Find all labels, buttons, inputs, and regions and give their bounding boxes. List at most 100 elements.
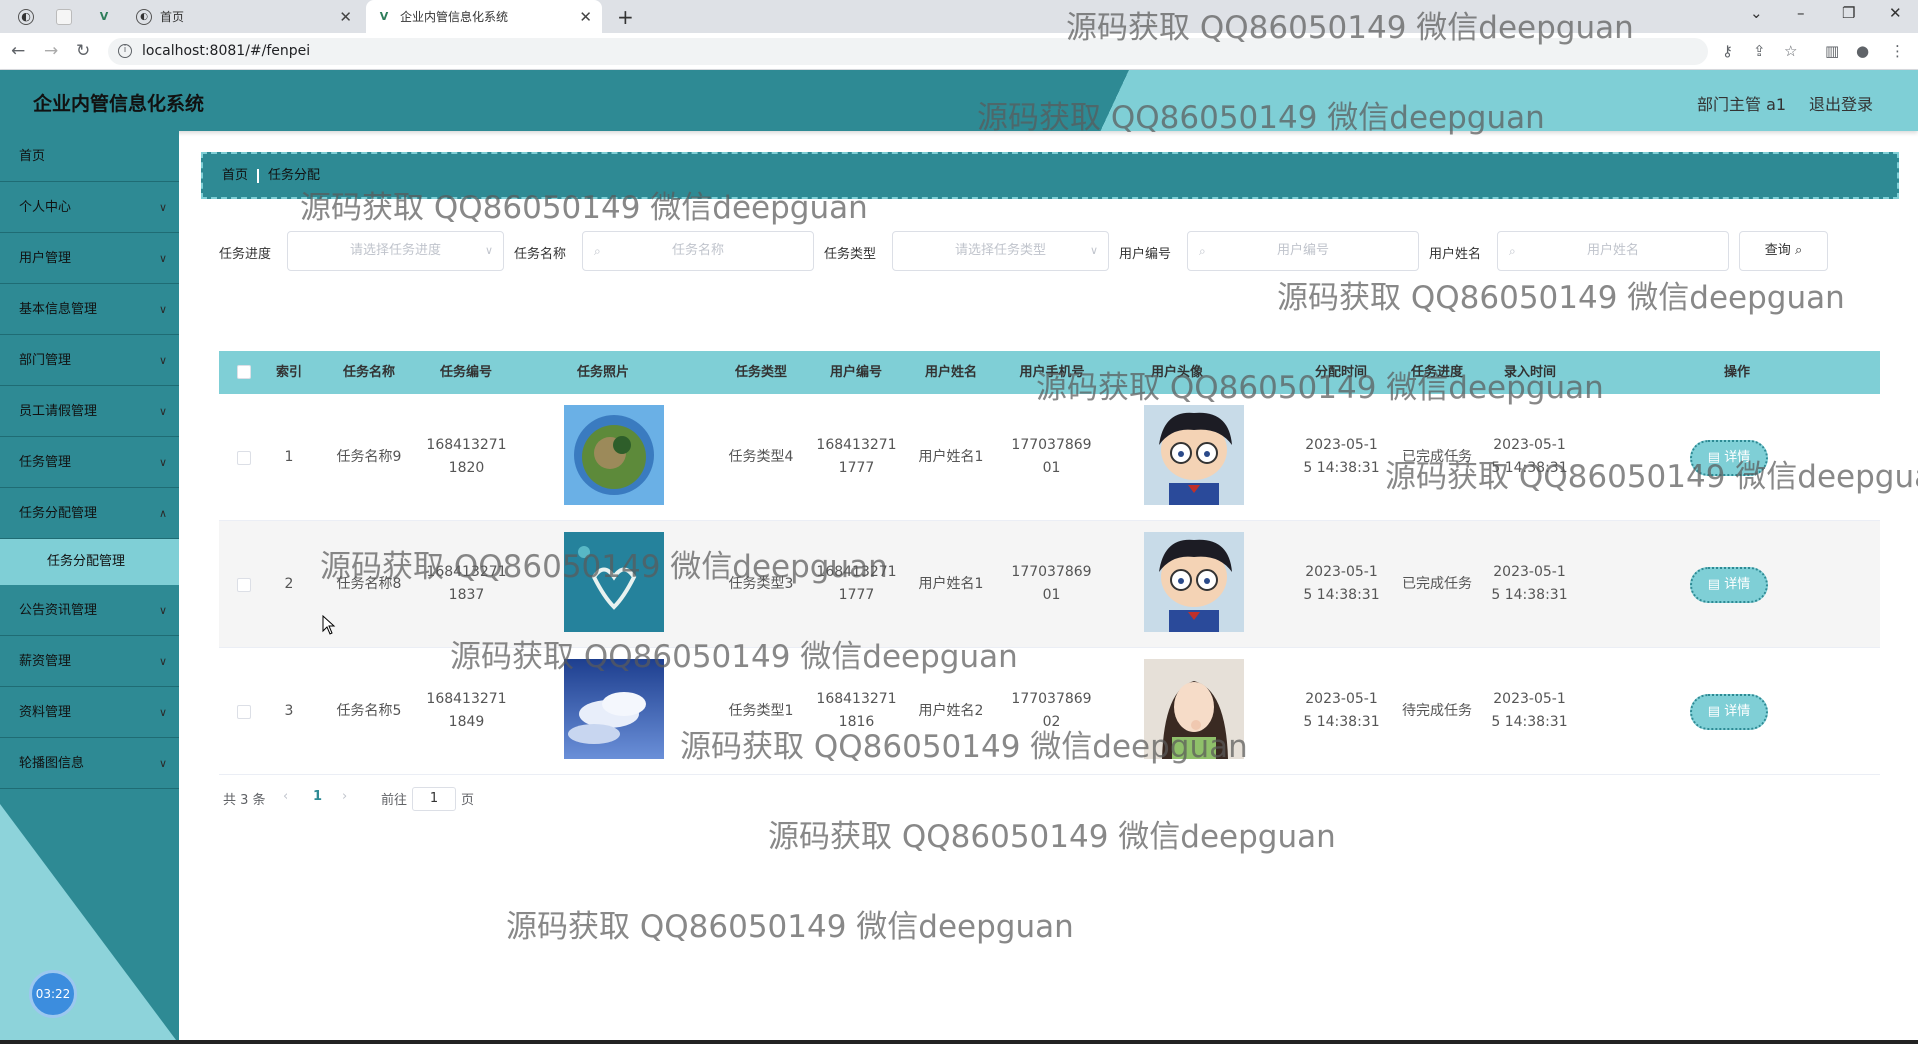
sidebar-item-tasks[interactable]: 任务管理 ∨	[0, 437, 179, 488]
task-type-placeholder: 请选择任务类型	[954, 243, 1046, 258]
profile-icon[interactable]: ●	[1856, 42, 1869, 60]
cell-assign-line1: 2023-05-1	[1305, 564, 1378, 580]
sidepanel-icon[interactable]: ▥	[1825, 42, 1839, 60]
new-tab-button[interactable]: +	[617, 0, 634, 33]
sidebar-item-home[interactable]: 首页	[0, 131, 179, 182]
watermark-text: 源码获取 QQ86050149 微信deepguan	[450, 639, 1018, 675]
cell-task-name: 任务名称9	[336, 449, 402, 465]
watermark-text: 源码获取 QQ86050149 微信deepguan	[768, 819, 1336, 855]
task-type-select[interactable]: 请选择任务类型 ∨	[892, 231, 1109, 271]
tab-pinned-3[interactable]: V	[96, 0, 120, 33]
chevron-down-icon: ∨	[484, 244, 493, 257]
col-task-name: 任务名称	[342, 365, 395, 380]
detail-button[interactable]: ▤ 详情	[1690, 567, 1768, 603]
next-page-icon[interactable]: ›	[342, 789, 347, 804]
chevron-down-icon[interactable]: ⌄	[1750, 4, 1763, 22]
tab-pinned-1[interactable]: ◐	[18, 0, 42, 33]
forward-icon[interactable]: →	[44, 41, 58, 61]
search-icon: ⌕	[1794, 243, 1803, 258]
vue-icon: V	[99, 10, 109, 23]
close-window-icon[interactable]: ✕	[1889, 4, 1902, 22]
cell-user-phone: 177037869 01	[1004, 434, 1099, 480]
tab-home[interactable]: ◐ 首页 ✕	[136, 0, 362, 33]
maximize-icon[interactable]: ❐	[1842, 4, 1855, 22]
pager-goto-label: 前往	[381, 793, 408, 808]
info-icon[interactable]: i	[118, 44, 132, 58]
row-checkbox[interactable]	[237, 705, 251, 719]
sidebar-item-users[interactable]: 用户管理 ∨	[0, 233, 179, 284]
type-filter-label: 任务类型	[824, 247, 877, 262]
cell-entry-line1: 2023-05-1	[1493, 564, 1566, 580]
search-icon: ⌕	[1509, 244, 1516, 258]
chevron-down-icon: ∨	[158, 655, 167, 668]
task-name-input[interactable]: ⌕ 任务名称	[582, 231, 814, 271]
chevron-down-icon: ∨	[158, 201, 167, 214]
col-index: 索引	[275, 365, 302, 380]
back-icon[interactable]: ←	[11, 41, 25, 61]
prev-page-icon[interactable]: ‹	[283, 789, 288, 804]
sidebar-item-label: 资料管理	[19, 705, 72, 720]
user-avatar	[1144, 532, 1244, 632]
progress-select[interactable]: 请选择任务进度 ∨	[287, 231, 504, 271]
chevron-down-icon: ∨	[158, 757, 167, 770]
sidebar-item-carousel[interactable]: 轮播图信息 ∨	[0, 738, 179, 789]
row-checkbox[interactable]	[237, 578, 251, 592]
sidebar-item-personal[interactable]: 个人中心 ∨	[0, 182, 179, 233]
watermark-text: 源码获取 QQ86050149 微信deepguan	[1385, 459, 1918, 495]
logout-link[interactable]: 退出登录	[1809, 91, 1873, 115]
tab-active[interactable]: V 企业内管信息化系统 ✕	[366, 0, 602, 33]
close-icon[interactable]: ✕	[579, 8, 592, 26]
cell-phone-line2: 01	[1042, 460, 1061, 476]
watermark-text: 源码获取 QQ86050149 微信deepguan	[320, 549, 888, 585]
chevron-down-icon: ∨	[158, 604, 167, 617]
sidebar-item-basic-info[interactable]: 基本信息管理 ∨	[0, 284, 179, 335]
cell-task-no-line2: 1837	[448, 587, 485, 603]
sidebar-item-label: 轮播图信息	[19, 756, 85, 771]
select-all-checkbox[interactable]	[237, 365, 251, 379]
sidebar-item-department[interactable]: 部门管理 ∨	[0, 335, 179, 386]
detail-button-label: 详情	[1724, 577, 1751, 592]
minimize-icon[interactable]: –	[1797, 4, 1805, 22]
cell-phone-line2: 01	[1042, 587, 1061, 603]
document-icon: ▤	[1707, 577, 1721, 592]
page-number[interactable]: 1	[313, 789, 322, 804]
name-filter-label: 任务名称	[514, 247, 567, 262]
cell-entry-line2: 5 14:38:31	[1491, 714, 1568, 730]
sidebar-item-label: 薪资管理	[19, 654, 72, 669]
reload-icon[interactable]: ↻	[76, 41, 90, 61]
globe-icon: ◐	[136, 8, 152, 25]
cell-task-name: 任务名称5	[336, 703, 402, 719]
close-icon[interactable]: ✕	[339, 8, 352, 26]
menu-icon[interactable]: ⋮	[1890, 42, 1905, 60]
task-name-placeholder: 任务名称	[671, 243, 724, 258]
user-name-placeholder: 用户姓名	[1586, 243, 1639, 258]
user-name-input[interactable]: ⌕ 用户姓名	[1497, 231, 1729, 271]
query-button-label: 查询	[1764, 243, 1791, 258]
sidebar-item-salary[interactable]: 薪资管理 ∨	[0, 636, 179, 687]
cell-task-no-line2: 1849	[448, 714, 485, 730]
sidebar-item-documents[interactable]: 资料管理 ∨	[0, 687, 179, 738]
sidebar-item-leave[interactable]: 员工请假管理 ∨	[0, 386, 179, 437]
sidebar-decoration	[0, 804, 179, 1044]
detail-button-label: 详情	[1724, 704, 1751, 719]
detail-button[interactable]: ▤ 详情	[1690, 694, 1768, 730]
share-icon[interactable]: ⇪	[1753, 42, 1766, 60]
sidebar-item-announcements[interactable]: 公告资讯管理 ∨	[0, 585, 179, 636]
sidebar-item-label: 个人中心	[19, 200, 72, 215]
cell-progress: 已完成任务	[1402, 576, 1472, 592]
breadcrumb-home[interactable]: 首页	[222, 168, 248, 183]
sidebar-subitem-task-assign[interactable]: 任务分配管理	[0, 539, 179, 585]
cell-entry-line2: 5 14:38:31	[1491, 587, 1568, 603]
chevron-down-icon: ∨	[158, 303, 167, 316]
search-icon: ⌕	[594, 244, 601, 258]
row-checkbox[interactable]	[237, 451, 251, 465]
star-icon[interactable]: ☆	[1784, 42, 1797, 60]
tab-home-label: 首页	[160, 10, 185, 24]
page-jump-input[interactable]: 1	[412, 787, 456, 811]
query-button[interactable]: 查询 ⌕	[1739, 231, 1828, 271]
sidebar-item-task-assign[interactable]: 任务分配管理 ∧	[0, 488, 179, 539]
document-icon: ▤	[1707, 704, 1721, 719]
user-no-input[interactable]: ⌕ 用户编号	[1187, 231, 1419, 271]
key-icon[interactable]: ⚷	[1722, 42, 1733, 60]
tab-pinned-2[interactable]	[56, 0, 80, 33]
